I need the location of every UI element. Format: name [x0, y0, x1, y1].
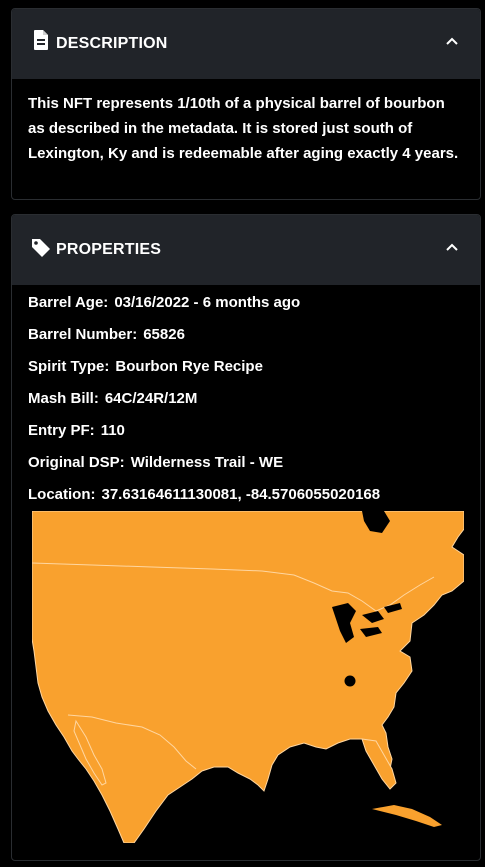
properties-list: Barrel Age: 03/16/2022 - 6 months ago Bar… — [12, 285, 480, 516]
property-original-dsp: Original DSP: Wilderness Trail - WE — [28, 452, 480, 484]
description-card: DESCRIPTION This NFT represents 1/10th o… — [11, 8, 481, 200]
property-value: 64C/24R/12M — [104, 390, 198, 407]
property-label: Barrel Age: — [28, 294, 109, 311]
document-icon — [34, 30, 48, 50]
property-label: Spirit Type: — [28, 358, 110, 375]
property-label: Location: — [28, 486, 96, 503]
chevron-up-icon[interactable] — [446, 243, 458, 251]
property-label: Mash Bill: — [28, 390, 99, 407]
property-barrel-number: Barrel Number: 65826 — [28, 324, 480, 356]
description-text: This NFT represents 1/10th of a physical… — [28, 95, 459, 162]
property-mash-bill: Mash Bill: 64C/24R/12M — [28, 388, 480, 420]
property-label: Entry PF: — [28, 422, 95, 439]
properties-card: PROPERTIES Barrel Age: 03/16/2022 - 6 mon… — [11, 214, 481, 861]
property-value: Wilderness Trail - WE — [130, 454, 284, 471]
property-label: Original DSP: — [28, 454, 125, 471]
properties-header[interactable]: PROPERTIES — [12, 215, 480, 285]
properties-title: PROPERTIES — [56, 241, 162, 258]
tag-icon — [32, 239, 50, 257]
property-value: Bourbon Rye Recipe — [115, 358, 263, 375]
property-value: 37.63164611130081, -84.5706055020168 — [101, 486, 381, 503]
chevron-up-icon[interactable] — [446, 37, 458, 45]
property-spirit-type: Spirit Type: Bourbon Rye Recipe — [28, 356, 480, 388]
property-label: Barrel Number: — [28, 326, 138, 343]
description-header[interactable]: DESCRIPTION — [12, 9, 480, 79]
map-svg — [32, 511, 464, 843]
property-value: 03/16/2022 - 6 months ago — [114, 294, 301, 311]
property-value: 65826 — [143, 326, 185, 343]
location-marker[interactable] — [344, 675, 356, 687]
property-entry-pf: Entry PF: 110 — [28, 420, 480, 452]
location-map[interactable] — [32, 511, 464, 843]
description-title: DESCRIPTION — [56, 35, 168, 52]
property-value: 110 — [100, 422, 125, 439]
property-barrel-age: Barrel Age: 03/16/2022 - 6 months ago — [28, 292, 480, 324]
